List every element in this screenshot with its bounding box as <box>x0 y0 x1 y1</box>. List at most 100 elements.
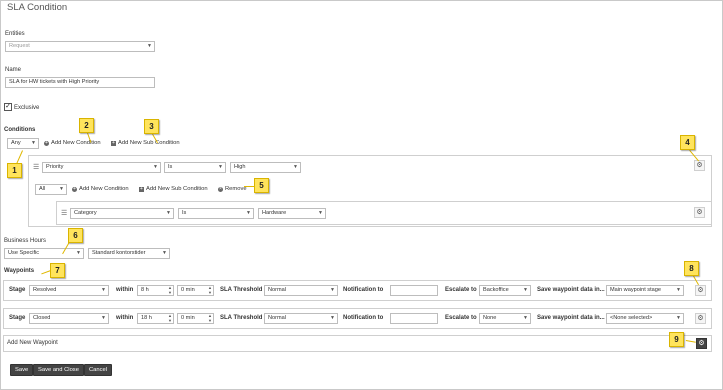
close-icon: × <box>218 186 223 192</box>
chevron-down-icon: ▼ <box>147 43 152 49</box>
waypoint-stage-select[interactable]: Closed ▼ <box>29 313 109 324</box>
waypoint-notification-input[interactable] <box>390 285 438 296</box>
sub-condition-field-value: Category <box>74 210 97 216</box>
waypoint-stage-select[interactable]: Resolved ▼ <box>29 285 109 296</box>
waypoint-minutes-value: 0 min <box>181 287 195 293</box>
waypoint-escalate-select[interactable]: None ▼ <box>479 313 531 324</box>
condition-value-value: High <box>234 164 246 170</box>
sub-condition-settings-gear-icon[interactable]: ⚙ <box>694 207 705 218</box>
add-waypoint-button-icon[interactable]: ⚙ <box>696 338 707 349</box>
waypoint-escalate-value: Backoffice <box>483 287 509 293</box>
waypoint-settings-gear-icon[interactable]: ⚙ <box>695 285 706 296</box>
add-new-sub-condition-label: Add New Sub Condition <box>118 140 180 146</box>
chevron-down-icon: ▼ <box>153 164 158 170</box>
chevron-down-icon: ▼ <box>246 210 251 216</box>
name-input[interactable]: SLA for HW tickets with High Priority <box>5 77 155 88</box>
waypoint-stage-label: Stage <box>9 315 26 321</box>
waypoint-save-data-value: <None selected> <box>610 315 653 321</box>
waypoint-save-data-select[interactable]: Main waypoint stage ▼ <box>606 285 684 296</box>
condition-value-select[interactable]: High ▼ <box>230 162 301 173</box>
save-button[interactable]: Save <box>10 364 34 376</box>
waypoint-save-data-value: Main waypoint stage <box>610 287 661 293</box>
drag-handle-icon[interactable]: ☰ <box>33 164 39 172</box>
drag-handle-icon[interactable]: ☰ <box>61 210 67 218</box>
waypoint-sla-threshold-select[interactable]: Normal ▼ <box>264 313 338 324</box>
waypoint-stage-label: Stage <box>9 287 26 293</box>
waypoint-escalate-select[interactable]: Backoffice ▼ <box>479 285 531 296</box>
waypoint-hours-stepper[interactable]: 18 h ▲ ▼ <box>137 313 174 324</box>
sub-condition-match-value: All <box>39 186 46 192</box>
callout-9: 9 <box>669 332 684 347</box>
add-new-sub-condition-link[interactable]: + Add New Sub Condition <box>111 139 180 148</box>
callout-6: 6 <box>68 228 83 243</box>
waypoint-save-data-label: Save waypoint data in... <box>537 287 605 293</box>
conditions-label: Conditions <box>4 127 36 133</box>
sub-add-new-sub-condition-link[interactable]: + Add New Sub Condition <box>139 185 208 194</box>
cancel-button[interactable]: Cancel <box>84 364 113 376</box>
waypoint-save-data-select[interactable]: <None selected> ▼ <box>606 313 684 324</box>
plus-square-icon: + <box>139 186 144 192</box>
exclusive-checkbox[interactable]: ✓ <box>4 103 12 111</box>
callout-8: 8 <box>684 261 699 276</box>
sub-condition-value-value: Hardware <box>262 210 287 216</box>
condition-field-value: Priority <box>46 164 64 170</box>
callout-4: 4 <box>680 135 695 150</box>
chevron-down-icon: ▼ <box>76 250 81 256</box>
remove-sub-condition-link[interactable]: × Remove <box>218 185 247 194</box>
business-hours-schedule-select[interactable]: Standard kontorstider ▼ <box>88 248 170 259</box>
waypoint-minutes-stepper[interactable]: 0 min ▲ ▼ <box>177 285 214 296</box>
waypoint-notification-input[interactable] <box>390 313 438 324</box>
exclusive-label: Exclusive <box>14 105 40 111</box>
waypoint-escalate-value: None <box>483 315 497 321</box>
waypoint-hours-value: 18 h <box>141 315 152 321</box>
waypoint-sla-threshold-value: Normal <box>268 315 287 321</box>
stepper-arrows-icon[interactable]: ▲ ▼ <box>208 313 212 323</box>
entities-label: Entities <box>5 31 25 37</box>
plus-icon: + <box>72 186 77 192</box>
stepper-arrows-icon[interactable]: ▲ ▼ <box>208 285 212 295</box>
sub-condition-value-select[interactable]: Hardware ▼ <box>258 208 326 219</box>
chevron-down-icon: ▼ <box>101 315 106 321</box>
sub-condition-field-select[interactable]: Category ▼ <box>70 208 174 219</box>
add-new-condition-link[interactable]: + Add New Condition <box>44 139 101 148</box>
waypoint-notification-label: Notification to <box>343 315 384 321</box>
chevron-down-icon: ▼ <box>523 315 528 321</box>
chevron-down-icon: ▼ <box>676 287 681 293</box>
waypoint-within-label: within <box>116 315 134 321</box>
add-new-waypoint-row <box>3 335 712 352</box>
condition-field-select[interactable]: Priority ▼ <box>42 162 161 173</box>
waypoint-sla-threshold-select[interactable]: Normal ▼ <box>264 285 338 296</box>
waypoint-minutes-value: 0 min <box>181 315 195 321</box>
chevron-down-icon: ▼ <box>218 164 223 170</box>
business-hours-mode-value: Use Specific <box>8 250 40 256</box>
callout-1: 1 <box>7 163 22 178</box>
condition-operator-select[interactable]: Is ▼ <box>164 162 226 173</box>
sub-add-new-condition-link[interactable]: + Add New Condition <box>72 185 129 194</box>
sub-condition-operator-select[interactable]: Is ▼ <box>178 208 254 219</box>
sub-condition-match-select[interactable]: All ▼ <box>35 184 67 195</box>
waypoint-stage-value: Closed <box>33 315 51 321</box>
waypoint-settings-gear-icon[interactable]: ⚙ <box>695 313 706 324</box>
waypoint-sla-threshold-label: SLA Threshold <box>220 315 263 321</box>
waypoint-minutes-stepper[interactable]: 0 min ▲ ▼ <box>177 313 214 324</box>
chevron-down-icon: ▼ <box>318 210 323 216</box>
callout-7: 7 <box>50 263 65 278</box>
entities-select[interactable]: Request ▼ <box>5 41 155 52</box>
conditions-match-select[interactable]: Any ▼ <box>7 138 39 149</box>
chevron-down-icon: ▼ <box>523 287 528 293</box>
save-and-close-button[interactable]: Save and Close <box>33 364 84 376</box>
plus-icon: + <box>44 140 49 146</box>
chevron-down-icon: ▼ <box>101 287 106 293</box>
condition-settings-gear-icon[interactable]: ⚙ <box>694 160 705 171</box>
stepper-arrows-icon[interactable]: ▲ ▼ <box>168 285 172 295</box>
waypoint-sla-threshold-value: Normal <box>268 287 287 293</box>
business-hours-mode-select[interactable]: Use Specific ▼ <box>4 248 84 259</box>
callout-2: 2 <box>79 118 94 133</box>
stepper-arrows-icon[interactable]: ▲ ▼ <box>168 313 172 323</box>
business-hours-schedule-value: Standard kontorstider <box>92 250 146 256</box>
chevron-down-icon: ▼ <box>59 186 64 192</box>
sub-add-new-sub-condition-label: Add New Sub Condition <box>146 186 208 192</box>
waypoint-escalate-label: Escalate to <box>445 287 477 293</box>
sub-add-new-condition-label: Add New Condition <box>79 186 129 192</box>
waypoint-hours-stepper[interactable]: 8 h ▲ ▼ <box>137 285 174 296</box>
